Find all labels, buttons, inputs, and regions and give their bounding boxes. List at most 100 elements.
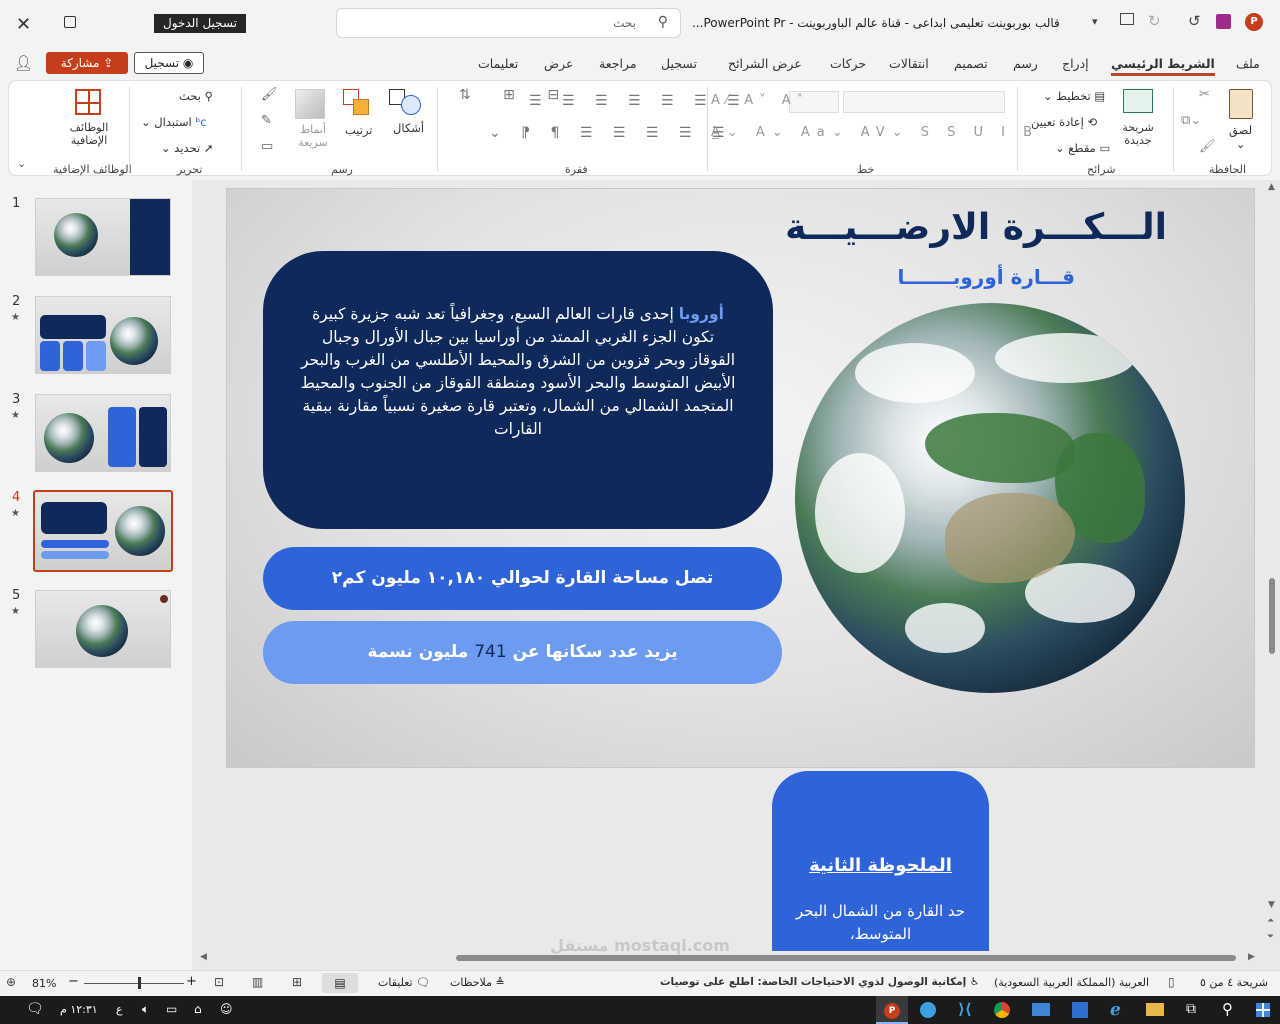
vertical-scrollbar-thumb[interactable]: [1269, 578, 1275, 654]
select-button[interactable]: ⌄ تحديد ➚: [161, 141, 214, 155]
slide-sorter-icon[interactable]: ⊞: [292, 975, 302, 989]
zoom-in-icon[interactable]: +: [186, 974, 197, 989]
arrange-icon[interactable]: [343, 89, 371, 115]
fit-slide-icon[interactable]: ⊕: [6, 975, 16, 989]
taskbar-store-icon[interactable]: [1072, 1002, 1088, 1018]
taskbar-vscode-icon[interactable]: ⟩⟨: [958, 1000, 972, 1018]
start-icon[interactable]: [1256, 1003, 1270, 1017]
normal-view-icon[interactable]: ▤: [322, 973, 358, 993]
replace-button[interactable]: ⌄ استبدال ᵇc: [141, 115, 207, 129]
tab-draw[interactable]: رسم: [1013, 56, 1038, 71]
share-button[interactable]: مشاركة ⇪: [46, 52, 128, 74]
zoom-slider[interactable]: [84, 983, 184, 984]
horizontal-scrollbar-thumb[interactable]: [456, 955, 1236, 961]
quick-styles-button[interactable]: أنماط سريعة: [293, 123, 333, 149]
record-button[interactable]: تسجيل ◉: [134, 52, 204, 74]
vertical-scrollbar-track[interactable]: [1266, 180, 1278, 950]
new-slide-icon[interactable]: [1123, 89, 1153, 113]
tab-review[interactable]: مراجعة: [599, 56, 637, 71]
shape-effects-icon[interactable]: ▭: [261, 139, 273, 154]
notes-button[interactable]: ملاحظات ≜: [450, 976, 505, 989]
tab-slideshow[interactable]: عرض الشرائح: [728, 56, 802, 71]
addins-icon[interactable]: [75, 89, 101, 115]
task-view-icon[interactable]: ⧉: [1186, 1001, 1196, 1017]
description-text-box[interactable]: أوروبا إحدى قارات العالم السبع، وجغرافيا…: [263, 251, 773, 529]
scroll-right-icon[interactable]: ▶: [1248, 952, 1255, 962]
reset-button[interactable]: إعادة تعيين ⟲: [1031, 115, 1097, 129]
notifications-icon[interactable]: 🗨︎: [26, 1001, 44, 1017]
previous-slide-icon[interactable]: ⏶: [1267, 916, 1274, 926]
scroll-up-icon[interactable]: ▲: [1268, 182, 1275, 192]
tab-design[interactable]: تصميم: [954, 56, 988, 71]
slide-thumbnail-5[interactable]: [35, 590, 171, 668]
clock[interactable]: ١٢:٣١ م: [60, 1003, 98, 1016]
cut-icon[interactable]: ✂: [1199, 87, 1210, 102]
undo-icon[interactable]: ↺: [1188, 12, 1201, 30]
find-button[interactable]: بحث ⚲: [179, 89, 213, 103]
new-slide-button[interactable]: شريحة جديدة: [1113, 121, 1163, 147]
slide-subtitle[interactable]: قـــارة أوروبـــــــا: [787, 265, 1076, 289]
close-icon[interactable]: ✕: [16, 14, 31, 35]
section-button[interactable]: ⌄ مقطع ▭: [1055, 141, 1110, 155]
zoom-level[interactable]: 81%: [32, 977, 56, 990]
taskbar-edge-icon[interactable]: ℯ: [1110, 1000, 1121, 1020]
sign-in-button[interactable]: تسجيل الدخول: [154, 14, 246, 33]
slide-thumbnail-2[interactable]: [35, 296, 171, 374]
format-painter-icon[interactable]: 🖌︎: [1199, 139, 1216, 154]
slide-thumbnail-3[interactable]: [35, 394, 171, 472]
accessibility-status[interactable]: ♿︎ إمكانية الوصول لذوي الاحتياجات الخاصة…: [660, 976, 979, 988]
taskbar-chrome-icon[interactable]: [994, 1002, 1010, 1018]
slide-canvas[interactable]: الـــكـــرة الارضـــيـــة قـــارة أوروبـ…: [226, 188, 1255, 768]
paste-icon[interactable]: [1229, 89, 1253, 119]
zoom-out-icon[interactable]: −: [68, 974, 79, 989]
tab-insert[interactable]: إدراج: [1062, 56, 1089, 71]
next-slide-icon[interactable]: ⏷: [1267, 932, 1274, 942]
quick-styles-icon[interactable]: [295, 89, 325, 119]
shape-fill-icon[interactable]: 🖌︎: [261, 87, 278, 102]
population-fact-bar[interactable]: يزيد عدد سكانها عن 741 مليون نسمة: [263, 621, 782, 684]
shapes-button[interactable]: أشكال: [393, 121, 424, 135]
taskbar-powerpoint-icon[interactable]: P: [876, 996, 908, 1024]
spelling-icon[interactable]: ▯: [1168, 975, 1175, 989]
slide-thumbnail-1[interactable]: [35, 198, 171, 276]
language-status[interactable]: العربية (المملكة العربية السعودية): [994, 976, 1149, 989]
font-row-1[interactable]: A⁄ A˅ A˄: [711, 93, 809, 108]
tray-icon[interactable]: ⌂: [194, 1002, 202, 1016]
taskbar-files-icon[interactable]: [1146, 1003, 1164, 1016]
input-language[interactable]: ع: [116, 1003, 123, 1016]
tab-record[interactable]: تسجيل: [661, 56, 697, 71]
customize-qat-icon[interactable]: ▾: [1092, 15, 1098, 28]
present-icon[interactable]: [1120, 13, 1134, 25]
collapse-ribbon-icon[interactable]: ⌄: [17, 157, 26, 170]
slide-thumbnail-4-selected[interactable]: [33, 490, 173, 572]
area-fact-bar[interactable]: تصل مساحة القارة لحوالي ١٠,١٨٠ مليون كم٢: [263, 547, 782, 610]
scroll-down-icon[interactable]: ▼: [1268, 900, 1275, 910]
taskbar-mail-icon[interactable]: [1032, 1003, 1050, 1016]
tab-help[interactable]: تعليمات: [478, 56, 518, 71]
tab-transitions[interactable]: انتقالات: [889, 56, 929, 71]
note-card[interactable]: الملحوظة الثانية حد القارة من الشمال الب…: [772, 771, 989, 951]
zoom-slider-thumb[interactable]: [138, 977, 141, 989]
redo-icon[interactable]: ↻: [1148, 12, 1161, 30]
font-family-select[interactable]: [843, 91, 1005, 113]
taskbar-app-icon[interactable]: [920, 1002, 936, 1018]
shapes-icon[interactable]: [389, 89, 423, 117]
tab-file[interactable]: ملف: [1236, 56, 1260, 71]
addins-button[interactable]: الوظائف الإضافية: [61, 121, 117, 147]
shape-outline-icon[interactable]: ✎: [261, 113, 272, 128]
search-box[interactable]: ⚲ بحث: [336, 8, 681, 38]
speaker-icon[interactable]: 🔈︎: [142, 1002, 149, 1017]
network-icon[interactable]: ▭: [166, 1002, 177, 1016]
save-icon[interactable]: [1216, 14, 1231, 29]
scroll-left-icon[interactable]: ◀: [200, 952, 207, 962]
layout-button[interactable]: ⌄ تخطيط ▤: [1043, 89, 1105, 103]
paragraph-row-2[interactable]: ⌄ ⁋ ¶ ☰ ☰ ☰ ☰ ☰: [489, 125, 732, 141]
reading-view-icon[interactable]: ▥: [252, 975, 263, 989]
tab-view[interactable]: عرض: [544, 56, 573, 71]
user-icon[interactable]: 👤︎: [14, 54, 33, 72]
tab-animations[interactable]: حركات: [830, 56, 866, 71]
restore-icon[interactable]: [64, 16, 76, 28]
paste-button[interactable]: لصق ⌄: [1229, 123, 1252, 151]
copy-icon[interactable]: ⧉⌄: [1181, 113, 1201, 128]
font-row-2[interactable]: A̲⌄ A⌄ Aa⌄ AV⌄ S S U I B: [711, 125, 1039, 140]
